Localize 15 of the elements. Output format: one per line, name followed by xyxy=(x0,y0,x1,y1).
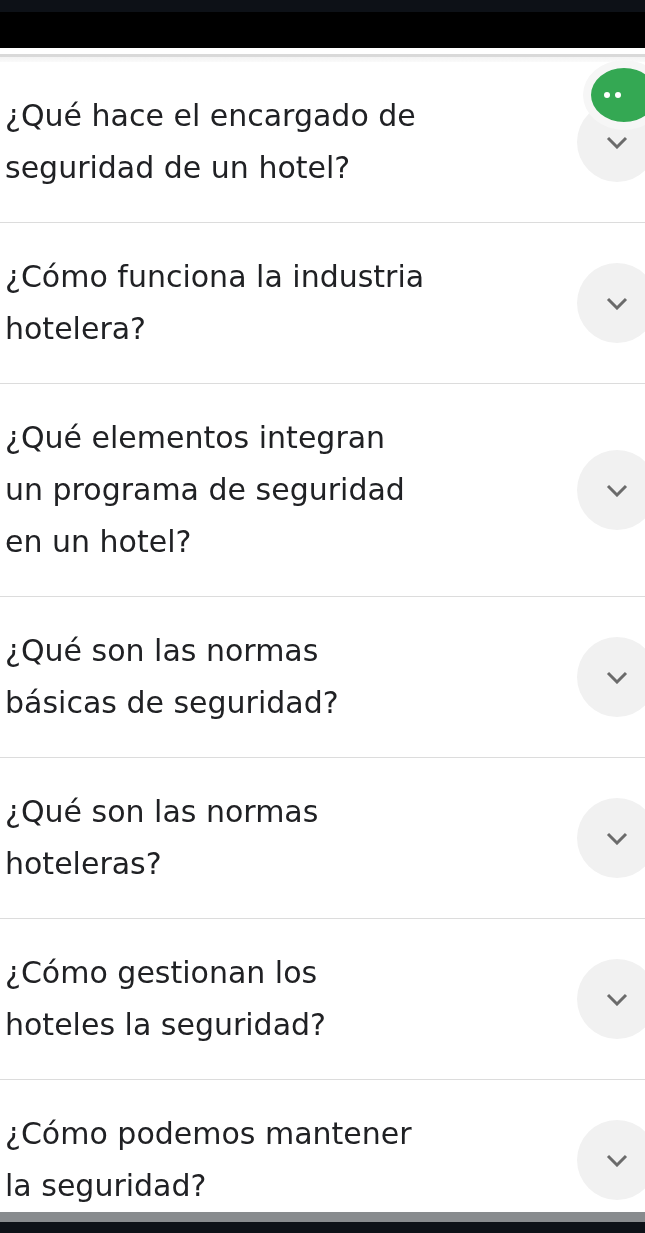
question-text: ¿Qué son las normas hoteleras? xyxy=(5,793,320,883)
question-text: ¿Cómo funciona la industria hotelera? xyxy=(5,258,426,348)
chevron-icon xyxy=(606,831,628,845)
question-text: ¿Qué hace el encargado de seguridad de un hotel? xyxy=(5,97,417,187)
more-menu[interactable] xyxy=(583,60,645,130)
chevron-icon xyxy=(606,296,628,310)
chevron-icon xyxy=(606,670,628,684)
chevron-icon xyxy=(606,1153,628,1167)
chevron-icon xyxy=(606,483,628,497)
chevron-icon xyxy=(606,135,628,149)
question-text: ¿Qué son las normas básicas de seguridad? xyxy=(5,632,340,722)
question-text: ¿Cómo podemos mantener la seguridad? xyxy=(5,1115,413,1205)
question-text: ¿Cómo gestionan los hoteles la seguridad? xyxy=(5,954,327,1044)
chevron-icon xyxy=(606,992,628,1006)
question-text: ¿Qué elementos integran un programa de seguridad en un hotel? xyxy=(5,419,406,561)
